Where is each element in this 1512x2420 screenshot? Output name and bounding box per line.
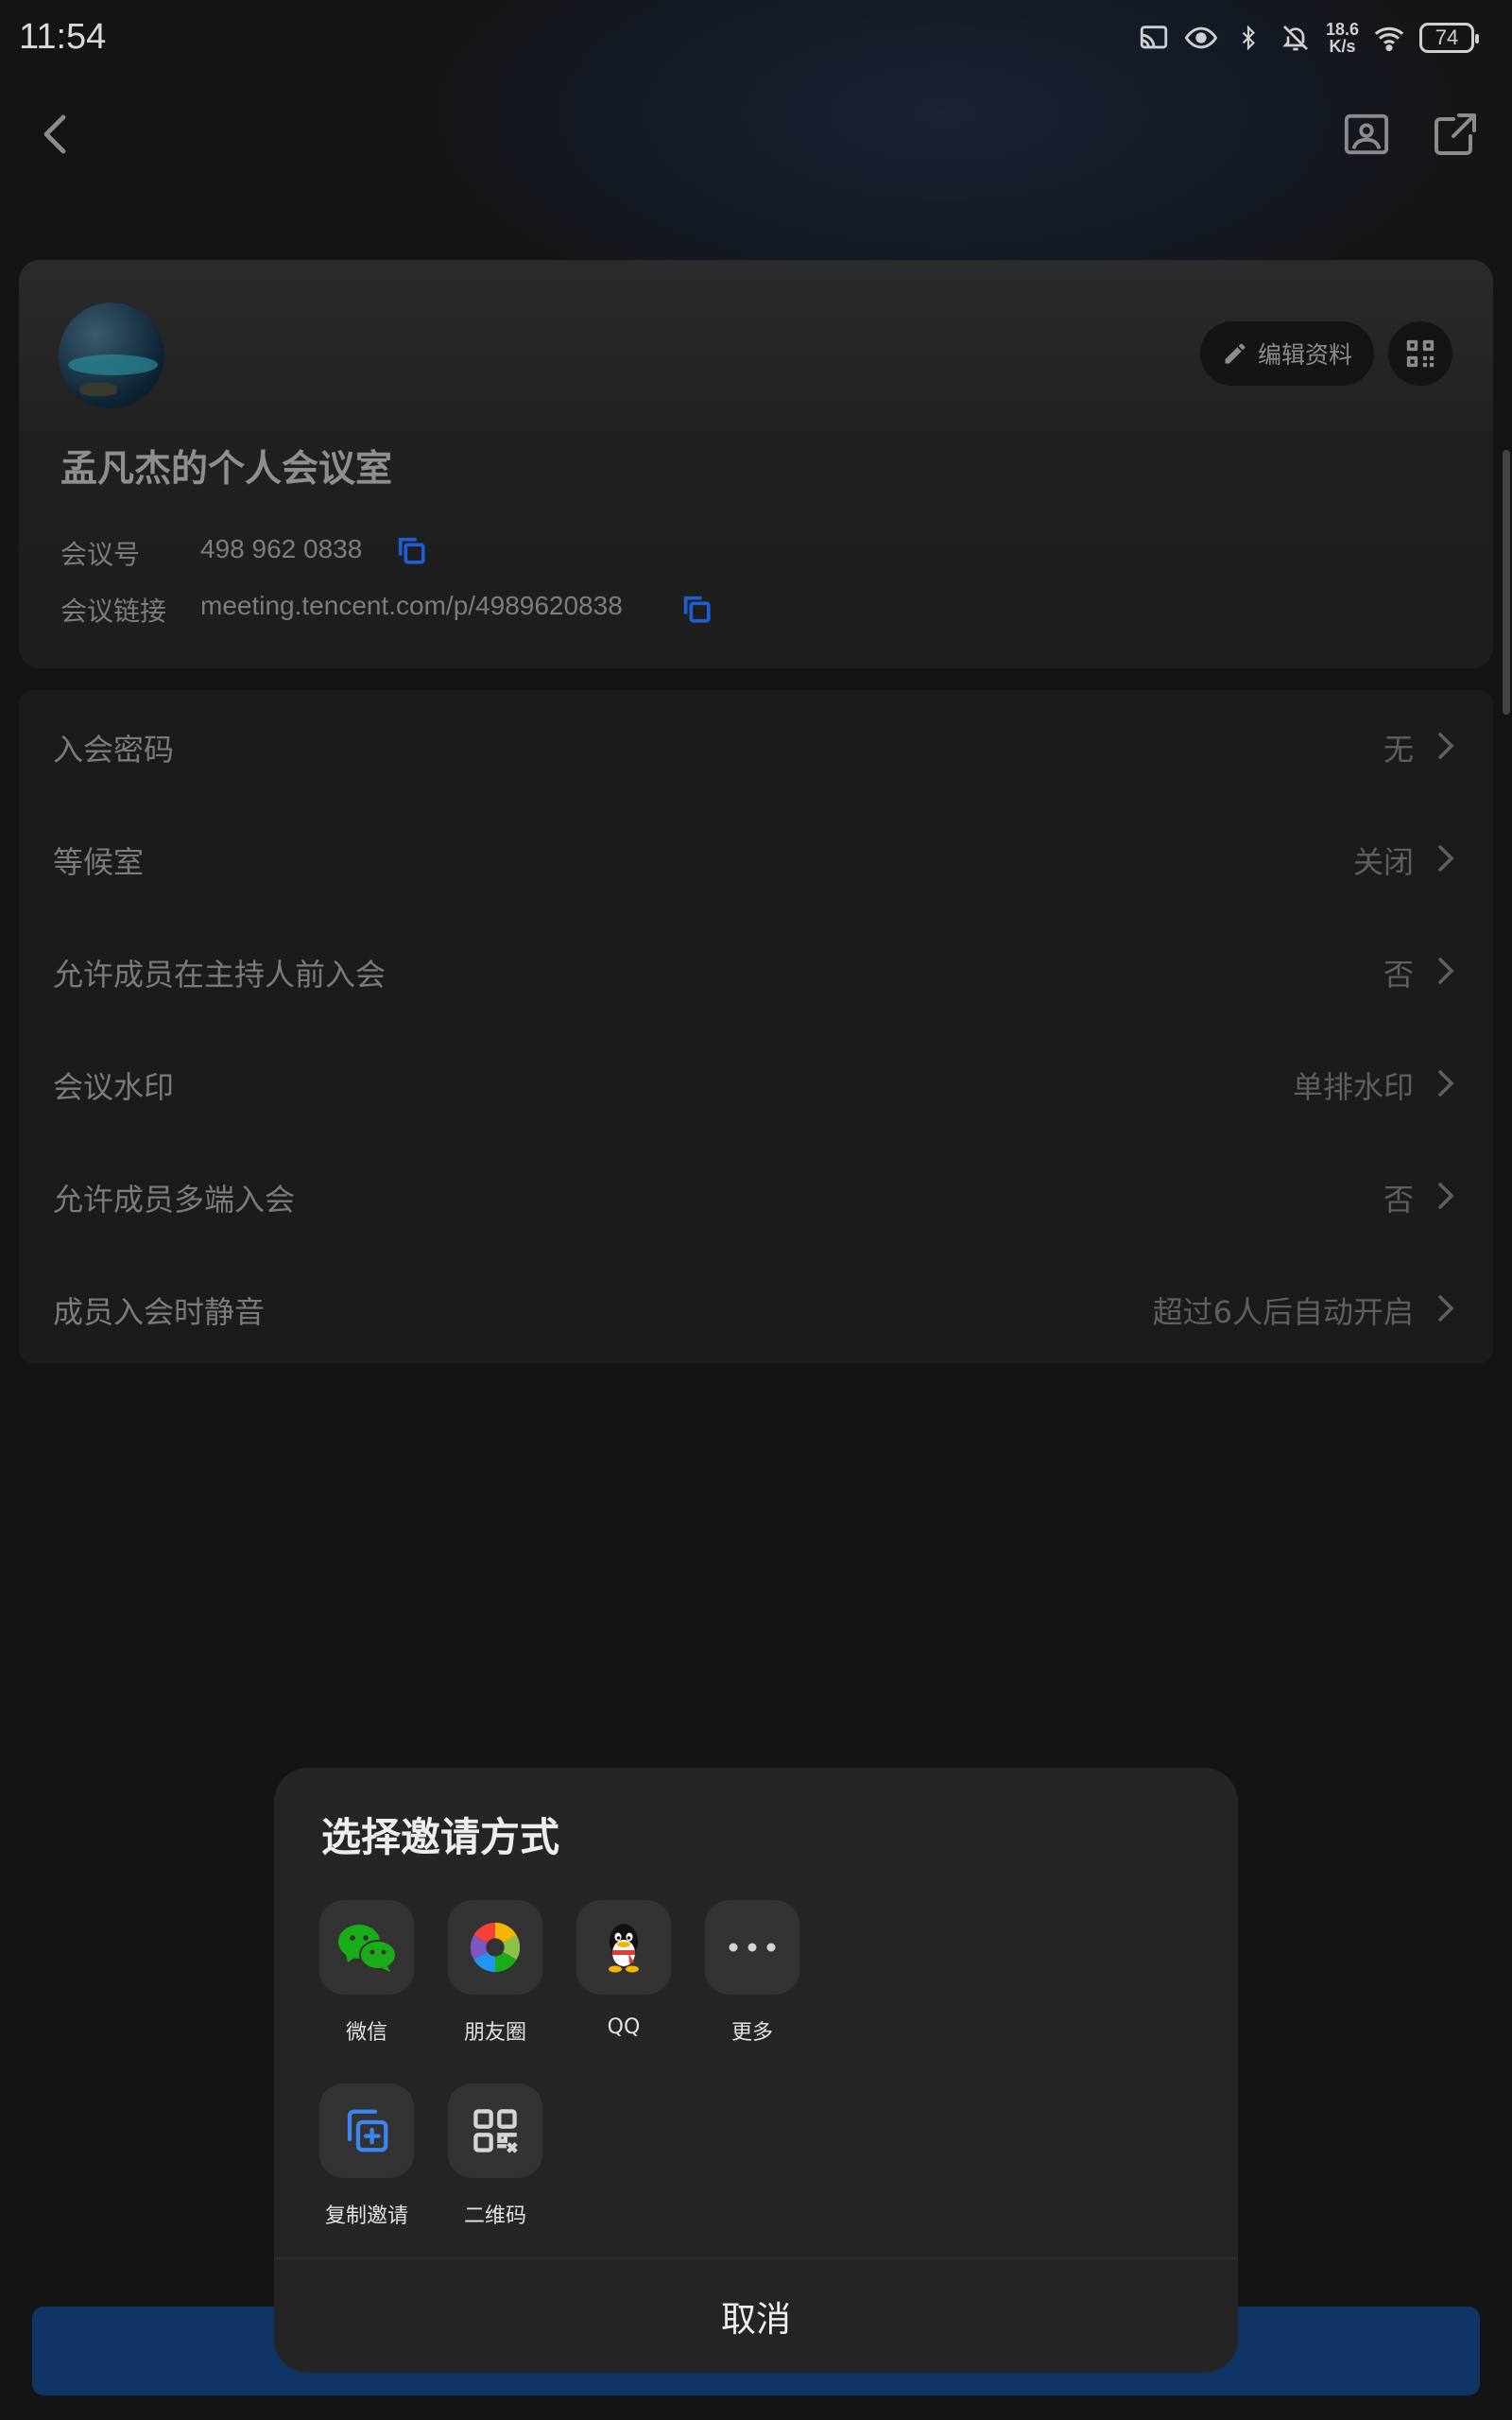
chevron-right-icon: [1438, 1183, 1454, 1209]
image-button[interactable]: [1340, 106, 1393, 163]
chevron-right-icon: [1438, 845, 1454, 872]
bell-muted-icon: [1279, 21, 1313, 55]
share-label: 微信: [345, 2021, 387, 2045]
setting-value: 单排水印: [1292, 1069, 1414, 1105]
wechat-icon: [338, 1925, 397, 1972]
eye-icon: [1184, 21, 1218, 55]
moments-icon: [470, 1922, 521, 1973]
meeting-link-label: 会议链接: [60, 596, 167, 627]
back-button[interactable]: [26, 106, 83, 163]
setting-row-mute-on-join[interactable]: 成员入会时静音 超过6人后自动开启: [19, 1253, 1493, 1365]
meeting-id-value: 498 962 0838: [200, 534, 363, 563]
net-speed-value: 18.6: [1325, 20, 1359, 39]
chevron-right-icon: [1438, 958, 1454, 984]
setting-label: 成员入会时静音: [53, 1294, 266, 1330]
status-bar: 11:54 18.6 K/s 74: [0, 0, 1512, 76]
net-speed-unit: K/s: [1329, 37, 1356, 56]
settings-list: 入会密码 无 等候室 关闭 允许成员在主持人前入会 否 会议水印 单排水印 允许…: [19, 690, 1493, 1363]
moments-tile: [448, 1900, 542, 1995]
sheet-title: 选择邀请方式: [321, 1814, 560, 1860]
wechat-tile: [319, 1900, 414, 1995]
qrcode-button[interactable]: [1388, 321, 1452, 386]
share-button[interactable]: [1429, 106, 1482, 163]
setting-row-multi-device[interactable]: 允许成员多端入会 否: [19, 1140, 1493, 1253]
bluetooth-icon: [1231, 21, 1265, 55]
setting-row-password[interactable]: 入会密码 无: [19, 690, 1493, 803]
share-icon: [1435, 113, 1476, 155]
share-qrcode[interactable]: 二维码: [436, 2083, 549, 2254]
qrcode-icon: [1406, 339, 1435, 368]
setting-label: 允许成员在主持人前入会: [53, 957, 387, 993]
share-moments[interactable]: 朋友圈: [436, 1900, 549, 2070]
setting-value: 否: [1383, 957, 1414, 993]
pencil-icon: [1225, 343, 1246, 364]
share-wechat[interactable]: 微信: [307, 1900, 421, 2070]
edit-profile-button[interactable]: 编辑资料: [1200, 321, 1374, 386]
share-more[interactable]: 更多: [693, 1900, 806, 2070]
setting-label: 允许成员多端入会: [53, 1182, 296, 1218]
image-icon: [1344, 113, 1389, 155]
setting-row-join-before-host[interactable]: 允许成员在主持人前入会 否: [19, 915, 1493, 1028]
scrollbar[interactable]: [1503, 450, 1510, 715]
qrcode-icon: [473, 2109, 518, 2153]
setting-label: 等候室: [53, 844, 145, 880]
share-label: QQ: [607, 2015, 641, 2039]
qrcode-tile: [448, 2083, 542, 2178]
status-icons: 18.6 K/s 74: [1137, 17, 1479, 59]
share-qq[interactable]: QQ: [564, 1900, 678, 2070]
share-label: 二维码: [463, 2204, 526, 2228]
copy-invite-tile: [319, 2083, 414, 2178]
setting-value: 超过6人后自动开启: [1152, 1294, 1414, 1330]
setting-row-watermark[interactable]: 会议水印 单排水印: [19, 1028, 1493, 1140]
chevron-right-icon: [1438, 1295, 1454, 1322]
edit-profile-label: 编辑资料: [1257, 341, 1352, 369]
more-icon: [729, 1943, 776, 1952]
cast-icon: [1137, 21, 1171, 55]
invite-share-sheet: 选择邀请方式 微信 朋友圈 QQ 更多 复制邀请 二维码 取消: [274, 1768, 1238, 2373]
net-speed: 18.6 K/s: [1326, 21, 1359, 55]
copy-meeting-link-icon[interactable]: [680, 593, 713, 625]
qq-tile: [576, 1900, 671, 1995]
chevron-left-icon: [43, 114, 66, 154]
meeting-room-card: 编辑资料 孟凡杰的个人会议室 会议号 498 962 0838 会议链接 mee…: [19, 260, 1493, 668]
setting-label: 会议水印: [53, 1069, 175, 1105]
copy-meeting-id-icon[interactable]: [395, 534, 427, 566]
share-copy-invite[interactable]: 复制邀请: [307, 2083, 421, 2254]
share-label: 更多: [730, 2021, 773, 2045]
battery-icon: 74: [1419, 23, 1479, 53]
meeting-link-value: meeting.tencent.com/p/4989620838: [200, 591, 623, 620]
share-label: 朋友圈: [463, 2021, 526, 2045]
more-tile: [705, 1900, 799, 1995]
share-label: 复制邀请: [324, 2204, 408, 2228]
avatar[interactable]: [59, 302, 164, 408]
setting-value: 否: [1383, 1182, 1414, 1218]
chevron-right-icon: [1438, 733, 1454, 759]
meeting-id-label: 会议号: [60, 539, 141, 570]
room-title: 孟凡杰的个人会议室: [60, 448, 393, 491]
copy-invite-icon: [347, 2109, 388, 2152]
cancel-button[interactable]: 取消: [274, 2259, 1238, 2373]
chevron-right-icon: [1438, 1070, 1454, 1097]
setting-value: 关闭: [1352, 844, 1414, 880]
setting-label: 入会密码: [53, 732, 175, 768]
setting-value: 无: [1383, 732, 1414, 768]
setting-row-waiting-room[interactable]: 等候室 关闭: [19, 803, 1493, 915]
wifi-icon: [1372, 21, 1406, 55]
qq-icon: [609, 1924, 639, 1973]
status-time: 11:54: [19, 17, 107, 57]
